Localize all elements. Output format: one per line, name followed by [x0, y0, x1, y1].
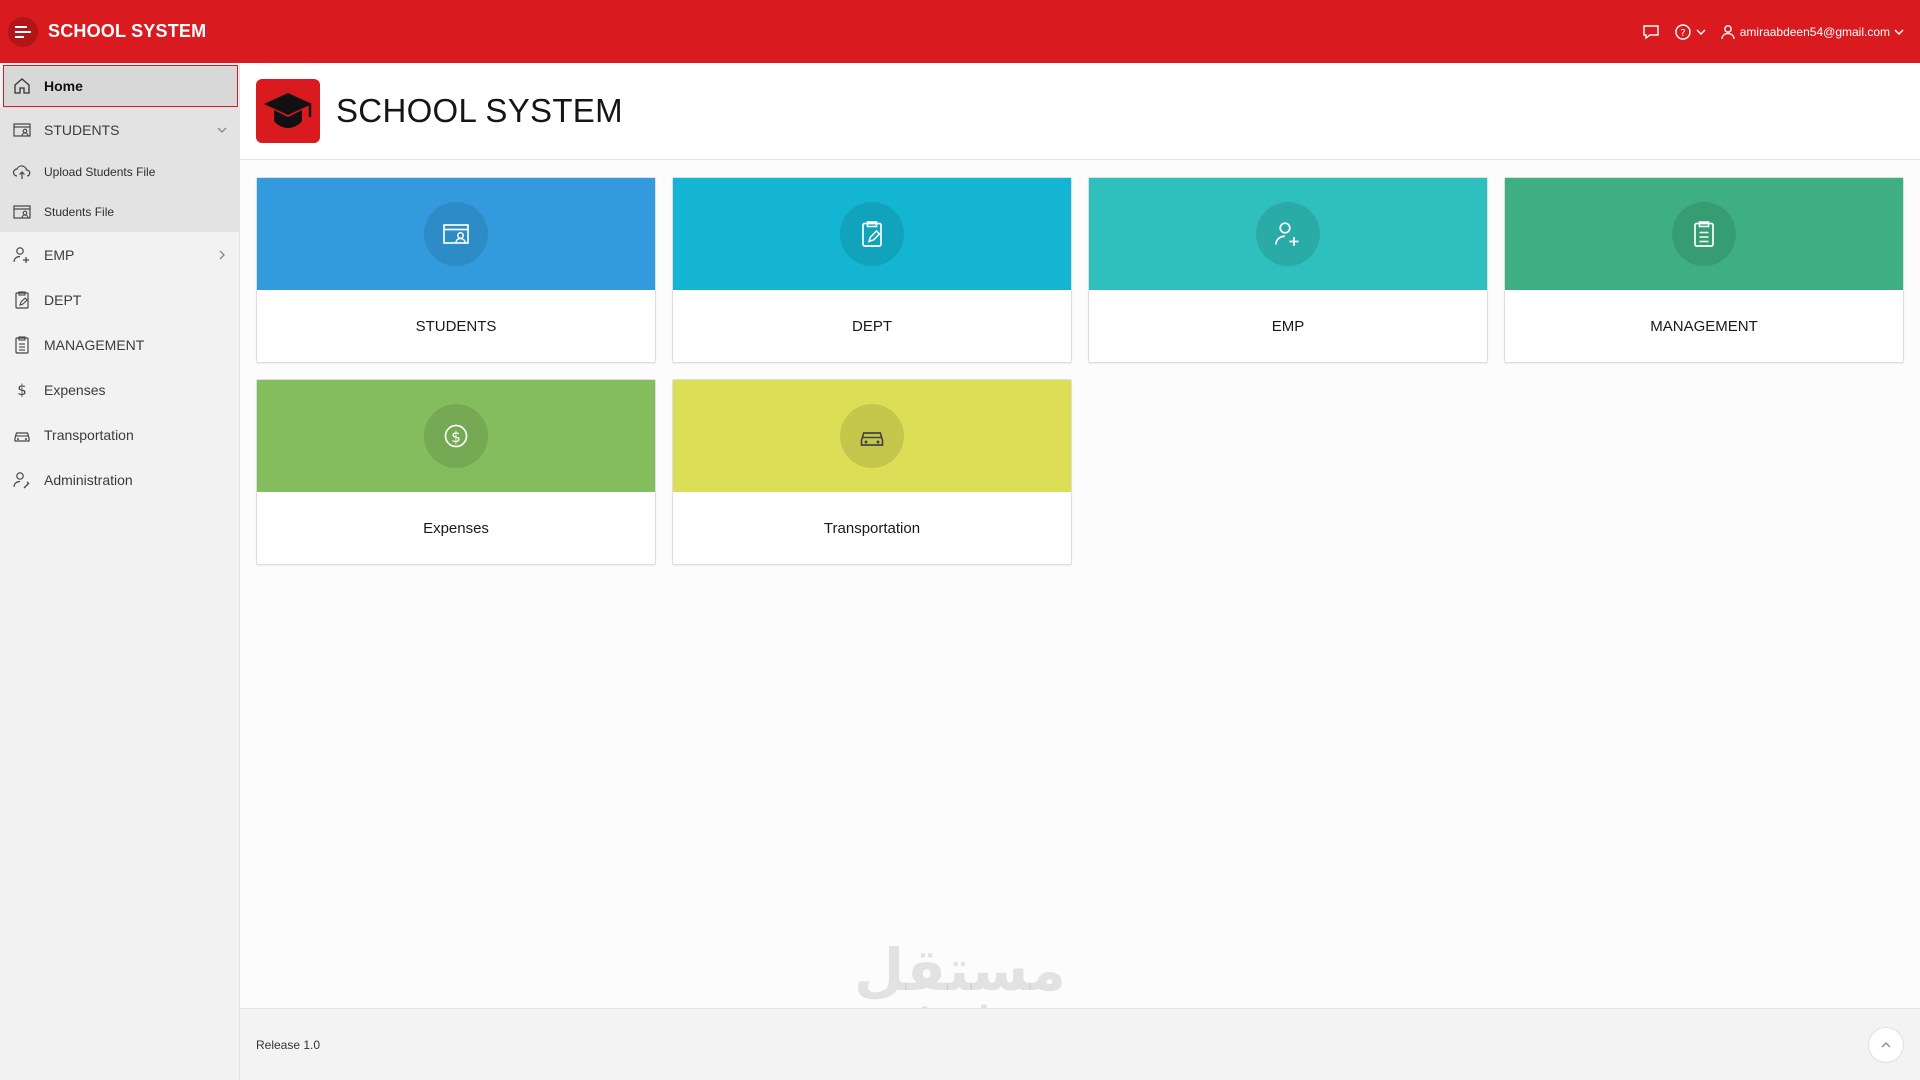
card-icon-circle: [840, 202, 904, 266]
menu-toggle-button[interactable]: [8, 16, 38, 47]
card-management[interactable]: MANAGEMENT: [1504, 177, 1904, 363]
card-label: Transportation: [823, 519, 921, 537]
sidebar-item-dept[interactable]: DEPT: [0, 277, 239, 322]
clipboard-edit-icon: [12, 290, 32, 310]
car-icon: [860, 432, 884, 446]
card-emp[interactable]: EMP: [1088, 177, 1488, 363]
card-icon-circle: [1256, 202, 1320, 266]
car-icon: [12, 425, 32, 445]
chat-icon: [1643, 24, 1659, 39]
card-dept[interactable]: DEPT: [672, 177, 1072, 363]
help-icon: ?: [1675, 23, 1691, 40]
sidebar-item-emp[interactable]: EMP: [0, 232, 239, 277]
sidebar-item-label: Home: [44, 78, 83, 94]
clipboard-list-icon: [12, 335, 32, 355]
sidebar-item-transportation[interactable]: Transportation: [0, 412, 239, 457]
chevron-down-icon: [1894, 29, 1904, 35]
top-header: SCHOOL SYSTEM ? amiraabdeen54@gmail.com: [0, 0, 1920, 63]
card-header: [673, 178, 1071, 290]
sidebar-item-administration[interactable]: Administration: [0, 457, 239, 502]
main-content: SCHOOL SYSTEM STUDENTS DEPT EMP MANAGEME…: [240, 63, 1920, 1008]
sidebar-item-label: MANAGEMENT: [44, 336, 145, 353]
chevron-up-icon: [1881, 1042, 1891, 1048]
card-transportation[interactable]: Transportation: [672, 379, 1072, 565]
user-icon: [1721, 24, 1735, 39]
release-version: Release 1.0: [256, 1037, 321, 1052]
svg-text:$: $: [17, 381, 27, 399]
dollar-icon: $: [12, 380, 32, 400]
user-add-icon: [12, 245, 32, 265]
card-label: EMP: [1271, 317, 1305, 335]
user-email: amiraabdeen54@gmail.com: [1739, 24, 1890, 39]
students-icon: [443, 224, 469, 244]
card-icon-circle: $: [424, 404, 488, 468]
scroll-to-top-button[interactable]: [1868, 1027, 1904, 1063]
card-label: MANAGEMENT: [1650, 317, 1758, 335]
card-students[interactable]: STUDENTS: [256, 177, 656, 363]
id-card-icon: [12, 202, 32, 222]
svg-text:?: ?: [1680, 28, 1685, 39]
card-expenses[interactable]: $ Expenses: [256, 379, 656, 565]
chevron-down-icon[interactable]: [215, 123, 229, 137]
page-header: SCHOOL SYSTEM: [240, 63, 1920, 160]
sidebar-item-label: DEPT: [44, 291, 82, 308]
students-icon: [12, 120, 32, 140]
app-logo: [256, 79, 320, 143]
cloud-upload-icon: [12, 162, 32, 182]
sidebar-subitem-label: Students File: [44, 205, 115, 219]
sidebar-item-management[interactable]: MANAGEMENT: [0, 322, 239, 367]
chevron-down-icon: [1696, 29, 1706, 35]
sidebar-item-label: Administration: [44, 471, 133, 488]
help-menu-button[interactable]: ?: [1674, 23, 1706, 41]
feedback-button[interactable]: [1642, 24, 1660, 40]
user-menu-button[interactable]: amiraabdeen54@gmail.com: [1720, 24, 1904, 40]
clipboard-list-icon: [1694, 221, 1714, 247]
card-header: [1505, 178, 1903, 290]
sidebar-item-expenses[interactable]: $ Expenses: [0, 367, 239, 412]
sidebar-item-label: EMP: [44, 246, 75, 263]
card-label: DEPT: [851, 317, 892, 335]
card-label: Expenses: [423, 519, 489, 537]
card-header: [673, 380, 1071, 492]
card-label: STUDENTS: [415, 317, 497, 335]
sidebar-item-label: Expenses: [44, 381, 106, 398]
app-title[interactable]: SCHOOL SYSTEM: [48, 21, 206, 42]
sidebar: Home STUDENTS Upload Students File Stude…: [0, 63, 240, 1080]
sidebar-item-home[interactable]: Home: [3, 65, 238, 107]
graduation-cap-icon: [264, 93, 312, 128]
sidebar-subitem-upload-students-file[interactable]: Upload Students File: [0, 152, 239, 192]
sidebar-subitem-students-file[interactable]: Students File: [0, 192, 239, 232]
page-title: SCHOOL SYSTEM: [336, 92, 623, 129]
sidebar-subitem-label: Upload Students File: [44, 165, 156, 179]
sidebar-item-label: Transportation: [44, 426, 134, 443]
footer: Release 1.0: [240, 1008, 1920, 1080]
user-wrench-icon: [12, 470, 32, 490]
card-header: [1089, 178, 1487, 290]
card-icon-circle: [1672, 202, 1736, 266]
sidebar-item-students[interactable]: STUDENTS: [0, 107, 239, 152]
sidebar-item-label: STUDENTS: [44, 121, 120, 138]
menu-icon: [15, 25, 31, 38]
clipboard-edit-icon: [862, 221, 882, 247]
card-icon-circle: [840, 404, 904, 468]
user-add-icon: [1275, 222, 1299, 246]
card-header: [257, 178, 655, 290]
card-header: $: [257, 380, 655, 492]
dollar-icon: $: [444, 424, 468, 448]
chevron-right-icon[interactable]: [215, 248, 229, 262]
card-icon-circle: [424, 202, 488, 266]
home-icon: [12, 76, 32, 96]
svg-text:$: $: [451, 428, 461, 446]
